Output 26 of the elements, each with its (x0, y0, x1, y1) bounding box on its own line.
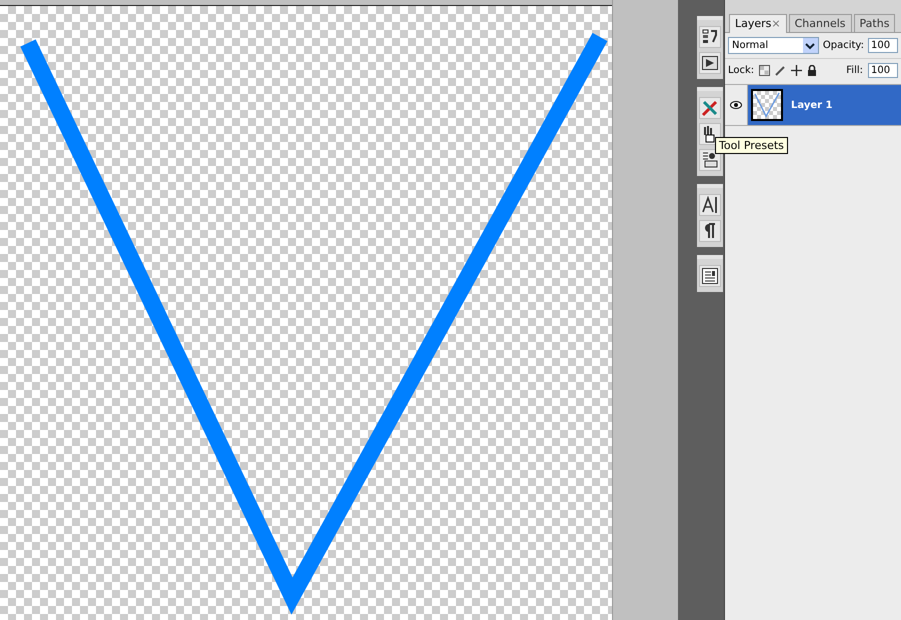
paragraph-icon[interactable] (699, 220, 721, 242)
clone-stamp-icon[interactable] (699, 149, 721, 171)
opacity-label: Opacity: (822, 40, 864, 51)
layer-row[interactable]: Layer 1 (725, 85, 901, 126)
panel-tab[interactable]: Channels (788, 14, 852, 32)
lock-label: Lock: (728, 65, 754, 76)
lock-move-icon[interactable] (791, 65, 802, 76)
layer-thumbnail (751, 89, 783, 121)
close-icon[interactable]: × (771, 17, 781, 30)
layer-comps-icon[interactable] (699, 265, 721, 287)
character-icon[interactable] (699, 194, 721, 216)
fill-label: Fill: (846, 65, 863, 76)
lock-icon[interactable] (807, 65, 818, 76)
panel-tab[interactable]: Layers× (729, 14, 787, 33)
eye-icon[interactable] (730, 101, 742, 109)
fill-field[interactable]: 100 (868, 63, 898, 78)
lock-brush-icon[interactable] (775, 65, 786, 76)
opacity-field[interactable]: 100 (868, 38, 898, 53)
brush-icon[interactable] (699, 123, 721, 145)
panel-tab[interactable]: Paths (854, 14, 896, 32)
brush-tools-icon[interactable] (699, 97, 721, 119)
play-icon[interactable] (699, 52, 721, 74)
lock-transparency-icon[interactable] (759, 65, 770, 76)
history-icon[interactable] (699, 26, 721, 48)
blend-mode-dropdown[interactable]: Normal (728, 37, 819, 54)
tooltip: Tool Presets (715, 137, 788, 154)
